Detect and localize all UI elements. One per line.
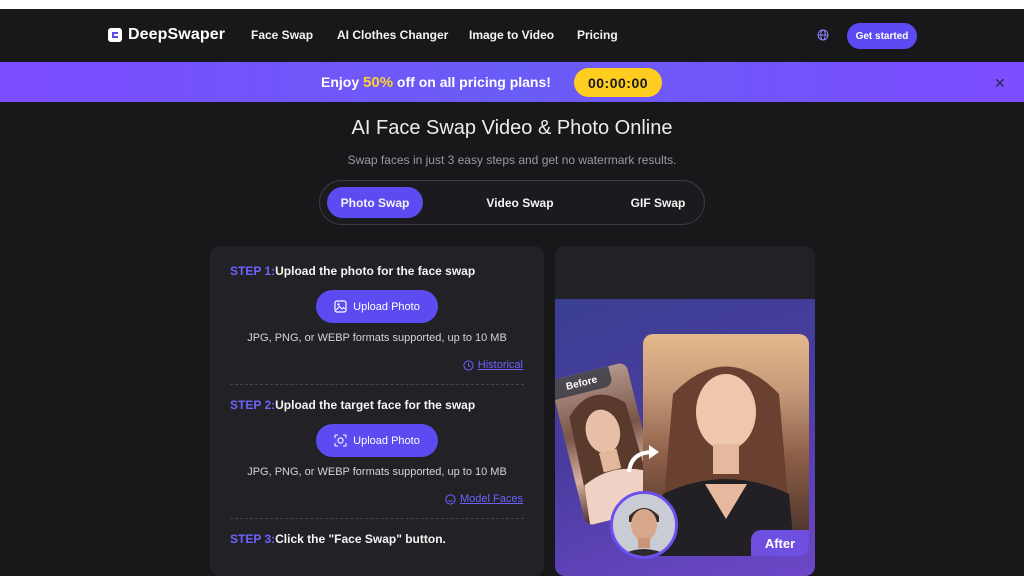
step-2-title: STEP 2:Upload the target face for the sw… [230, 398, 475, 412]
after-label: After [751, 530, 809, 556]
clock-icon [463, 359, 474, 371]
get-started-button[interactable]: Get started [847, 23, 917, 49]
page-title: AI Face Swap Video & Photo Online [351, 117, 673, 139]
page-subtitle: Swap faces in just 3 easy steps and get … [347, 153, 677, 167]
model-faces-link[interactable]: Model Faces [445, 493, 523, 505]
promo-prefix: Enjoy [321, 74, 364, 90]
nav-link-face-swap[interactable]: Face Swap [251, 28, 313, 42]
nav-link-ai-clothes-changer[interactable]: AI Clothes Changer [337, 28, 448, 42]
upload-target-label: Upload Photo [353, 434, 420, 447]
promo-discount: 50% [363, 74, 394, 91]
step-1-title: STEP 1:Upload the photo for the face swa… [230, 264, 475, 278]
step-1-formats: JPG, PNG, or WEBP formats supported, up … [247, 332, 507, 344]
top-navbar: DeepSwaper Face Swap AI Clothes Changer … [0, 9, 1024, 62]
step-2-text: Upload the target face for the swap [275, 398, 476, 412]
image-upload-icon [334, 300, 347, 313]
face-scan-icon [334, 434, 347, 447]
nav-link-pricing[interactable]: Pricing [577, 28, 618, 42]
tab-gif-swap[interactable]: GIF Swap [610, 187, 706, 218]
globe-icon[interactable] [817, 29, 829, 41]
step-3-text: Click the "Face Swap" button. [275, 532, 446, 546]
logo-icon [108, 28, 122, 42]
step-divider [230, 384, 524, 385]
step-2-formats: JPG, PNG, or WEBP formats supported, up … [247, 466, 507, 478]
upload-photo-button[interactable]: Upload Photo [316, 290, 438, 323]
swap-mode-tabs: Photo Swap Video Swap GIF Swap [319, 180, 705, 225]
step-1-number: STEP 1: [230, 264, 276, 278]
result-preview-panel: Before After [555, 246, 815, 576]
model-faces-link-text: Model Faces [460, 493, 523, 505]
promo-banner: Enjoy 50% off on all pricing plans! 00:0… [0, 62, 1024, 102]
countdown-timer: 00:00:00 [574, 68, 662, 97]
before-after-preview-image: Before After [555, 299, 815, 576]
step-divider [230, 518, 524, 519]
upload-target-face-button[interactable]: Upload Photo [316, 424, 438, 457]
historical-link-text: Historical [477, 359, 523, 371]
logo[interactable]: DeepSwaper [108, 26, 225, 44]
target-face-thumbnail [610, 491, 678, 559]
step-1-text: Upload the photo for the face swap [275, 264, 476, 278]
close-icon[interactable]: ✕ [994, 75, 1006, 92]
promo-suffix: off on all pricing plans! [393, 74, 551, 90]
target-face-illustration [613, 494, 675, 556]
step-3-title: STEP 3:Click the "Face Swap" button. [230, 532, 446, 546]
tab-photo-swap[interactable]: Photo Swap [327, 187, 423, 218]
tab-video-swap[interactable]: Video Swap [472, 187, 568, 218]
logo-text: DeepSwaper [128, 26, 226, 43]
step-3-number: STEP 3: [230, 532, 276, 546]
nav-link-image-to-video[interactable]: Image to Video [469, 28, 554, 42]
top-strip [0, 0, 1024, 9]
step-2-number: STEP 2: [230, 398, 276, 412]
curved-arrow-icon [627, 445, 659, 473]
steps-panel: STEP 1:Upload the photo for the face swa… [210, 246, 544, 576]
upload-photo-label: Upload Photo [353, 300, 420, 313]
historical-link[interactable]: Historical [463, 359, 523, 371]
promo-text: Enjoy 50% off on all pricing plans! [321, 74, 551, 91]
smile-icon [445, 493, 456, 505]
